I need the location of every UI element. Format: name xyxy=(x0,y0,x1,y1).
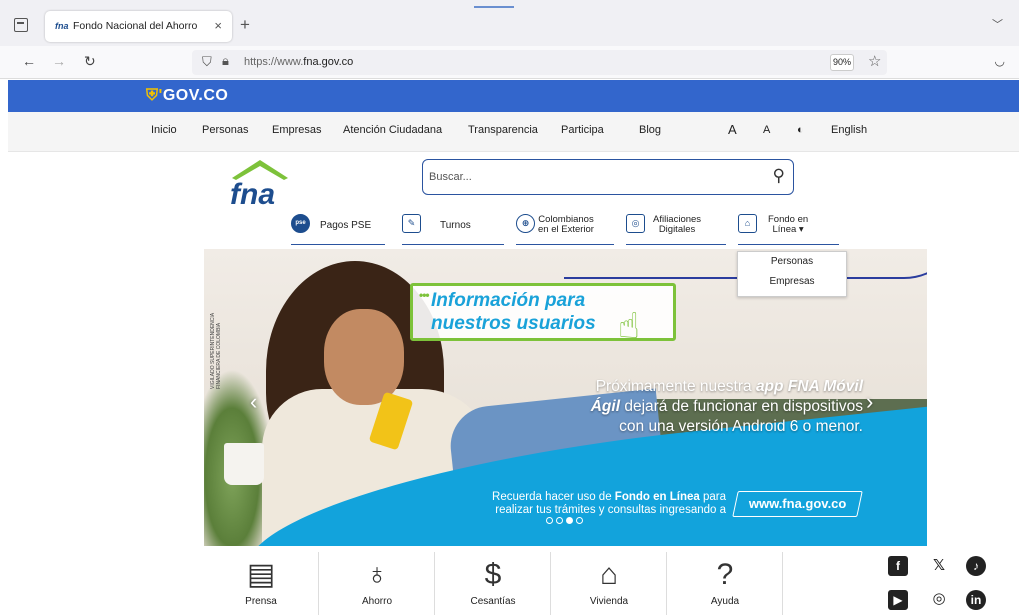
fingerprint-icon: ◎ xyxy=(626,214,645,233)
nav-empresas[interactable]: Empresas xyxy=(272,124,322,136)
url-text[interactable]: https://www.fna.gov.co xyxy=(244,56,353,68)
nav-inicio[interactable]: Inicio xyxy=(151,124,177,136)
forward-arrow-icon[interactable]: → xyxy=(52,53,66,69)
service-label: Pagos PSE xyxy=(320,220,372,231)
service-label: Turnos xyxy=(440,220,471,231)
language-english-link[interactable]: English xyxy=(831,124,867,136)
instagram-icon[interactable]: ◎ xyxy=(929,589,949,609)
nav-transparencia[interactable]: Transparencia xyxy=(468,124,538,136)
reload-icon[interactable]: ↻ xyxy=(84,53,96,70)
tab-strip-accent xyxy=(474,6,514,8)
tab-close-icon[interactable]: × xyxy=(214,18,222,33)
x-twitter-icon[interactable]: 𝕏 xyxy=(929,556,949,576)
pointing-hand-icon: ☝ xyxy=(618,305,640,346)
lock-icon: ⌂ xyxy=(738,214,757,233)
fna-logo-text: fna xyxy=(230,178,275,208)
linkedin-icon[interactable]: in xyxy=(966,590,986,610)
quick-link-ahorro[interactable]: ♁ Ahorro xyxy=(320,552,435,615)
turnos-icon: ✎ xyxy=(402,214,421,233)
top-navigation: Inicio Personas Empresas Atención Ciudad… xyxy=(8,112,1019,152)
service-colombianos-exterior[interactable]: ⊕ Colombianos en el Exterior xyxy=(516,212,614,245)
new-tab-button[interactable]: + xyxy=(240,15,250,35)
banner-prev-arrow-icon[interactable]: ‹ xyxy=(250,389,257,415)
nav-atencion-ciudadana[interactable]: Atención Ciudadana xyxy=(343,124,442,136)
back-arrow-icon[interactable]: ← xyxy=(22,53,36,69)
bottom-quick-links: ▤ Prensa ♁ Ahorro $ Cesantías ⌂ Vivienda… xyxy=(204,552,794,615)
chevron-down-icon[interactable]: ﹀ xyxy=(992,16,1003,32)
search-icon[interactable]: ⚲ xyxy=(773,166,785,186)
piggy-bank-icon: ♁ xyxy=(365,558,389,591)
globe-icon: ⊕ xyxy=(516,214,535,233)
shield-icon[interactable]: ⛉ xyxy=(202,54,212,70)
fondo-en-linea-dropdown: Personas Empresas xyxy=(737,251,847,297)
service-afiliaciones-digitales[interactable]: ◎ Afiliaciones Digitales xyxy=(626,212,726,245)
nav-blog[interactable]: Blog xyxy=(639,124,661,136)
quick-link-label: Cesantías xyxy=(470,596,516,607)
quick-link-prensa[interactable]: ▤ Prensa xyxy=(204,552,319,615)
browser-tab-active[interactable]: fna Fondo Nacional del Ahorro × xyxy=(45,11,232,42)
quick-link-label: Vivienda xyxy=(589,596,629,607)
lock-icon[interactable]: 🔒︎ xyxy=(222,53,229,69)
service-pagos-pse[interactable]: pse Pagos PSE xyxy=(291,212,385,245)
search-input[interactable]: Buscar... xyxy=(429,171,472,183)
quick-link-cesantias[interactable]: $ Cesantías xyxy=(436,552,551,615)
banner-remind-text: Recuerda hacer uso de Fondo en Línea par… xyxy=(492,491,726,516)
mug-image xyxy=(224,443,264,485)
gov-co-logo[interactable]: ⛨'GOV.CO xyxy=(146,87,228,105)
font-increase-button[interactable]: A xyxy=(728,122,737,137)
nav-personas[interactable]: Personas xyxy=(202,124,248,136)
house-icon: ⌂ xyxy=(599,558,619,591)
browser-nav-bar: ← → ↻ ⛉ 🔒︎ https://www.fna.gov.co 90% ☆ … xyxy=(0,46,1019,79)
dropdown-item-personas[interactable]: Personas xyxy=(738,252,846,272)
quick-link-label: Ahorro xyxy=(361,596,392,607)
carousel-dot[interactable] xyxy=(546,517,553,524)
fna-favicon-icon: fna xyxy=(55,21,69,31)
banner-next-arrow-icon[interactable]: › xyxy=(866,389,873,415)
font-decrease-button[interactable]: A xyxy=(763,124,770,136)
youtube-icon[interactable]: ▶ xyxy=(888,590,908,610)
contrast-toggle-icon[interactable]: ◐ xyxy=(797,124,804,136)
carousel-dot[interactable] xyxy=(556,517,563,524)
site-search[interactable]: Buscar... ⚲ xyxy=(422,159,794,195)
newspaper-icon: ▤ xyxy=(246,558,276,591)
tiktok-icon[interactable]: ♪ xyxy=(966,556,986,576)
quick-link-ayuda[interactable]: ? Ayuda xyxy=(668,552,783,615)
gov-co-bar: ⛨'GOV.CO xyxy=(8,80,1019,112)
carousel-dot[interactable] xyxy=(576,517,583,524)
zoom-level-badge[interactable]: 90% xyxy=(830,54,854,71)
tab-title: Fondo Nacional del Ahorro xyxy=(73,20,198,32)
pse-icon: pse xyxy=(291,214,310,233)
service-turnos[interactable]: ✎ Turnos xyxy=(402,212,504,245)
quick-link-vivienda[interactable]: ⌂ Vivienda xyxy=(552,552,667,615)
service-fondo-en-linea[interactable]: ⌂ Fondo en Línea ▾ xyxy=(738,212,839,245)
coins-icon: $ xyxy=(484,558,502,591)
dropdown-item-empresas[interactable]: Empresas xyxy=(738,272,846,292)
bubble-dots-icon: ••• xyxy=(419,288,430,302)
quick-link-label: Ayuda xyxy=(710,596,740,607)
bookmark-star-icon[interactable]: ☆ xyxy=(868,52,881,70)
bubble-title-line2: nuestros usuarios xyxy=(431,313,596,334)
fna-logo[interactable]: fna xyxy=(228,158,292,208)
tab-list-icon[interactable] xyxy=(14,18,28,32)
vigilado-seal: VIGILADO SUPERINTENDENCIA FINANCIERA DE … xyxy=(210,313,222,389)
quick-link-label: Prensa xyxy=(245,596,277,607)
url-bar[interactable]: ⛉ 🔒︎ https://www.fna.gov.co 90% ☆ xyxy=(192,50,887,75)
carousel-dot-active[interactable] xyxy=(566,517,573,524)
browser-tab-bar: fna Fondo Nacional del Ahorro × + ﹀ xyxy=(0,0,1019,46)
banner-url-badge[interactable]: www.fna.gov.co xyxy=(732,491,863,517)
woman-face-image xyxy=(324,309,404,405)
service-label: Fondo en Línea ▾ xyxy=(768,214,809,235)
bubble-title-line1: Información para xyxy=(431,290,586,311)
pocket-icon[interactable]: ◡ xyxy=(995,54,1005,68)
facebook-icon[interactable]: f xyxy=(888,556,908,576)
help-icon: ? xyxy=(716,558,734,591)
carousel-dots xyxy=(546,511,586,529)
banner-promo-text: Próximamente nuestra app FNA Móvil Ágil … xyxy=(590,378,863,435)
nav-participa[interactable]: Participa xyxy=(561,124,604,136)
service-label: Afiliaciones Digitales xyxy=(653,214,702,235)
service-label: Colombianos en el Exterior xyxy=(538,214,594,235)
